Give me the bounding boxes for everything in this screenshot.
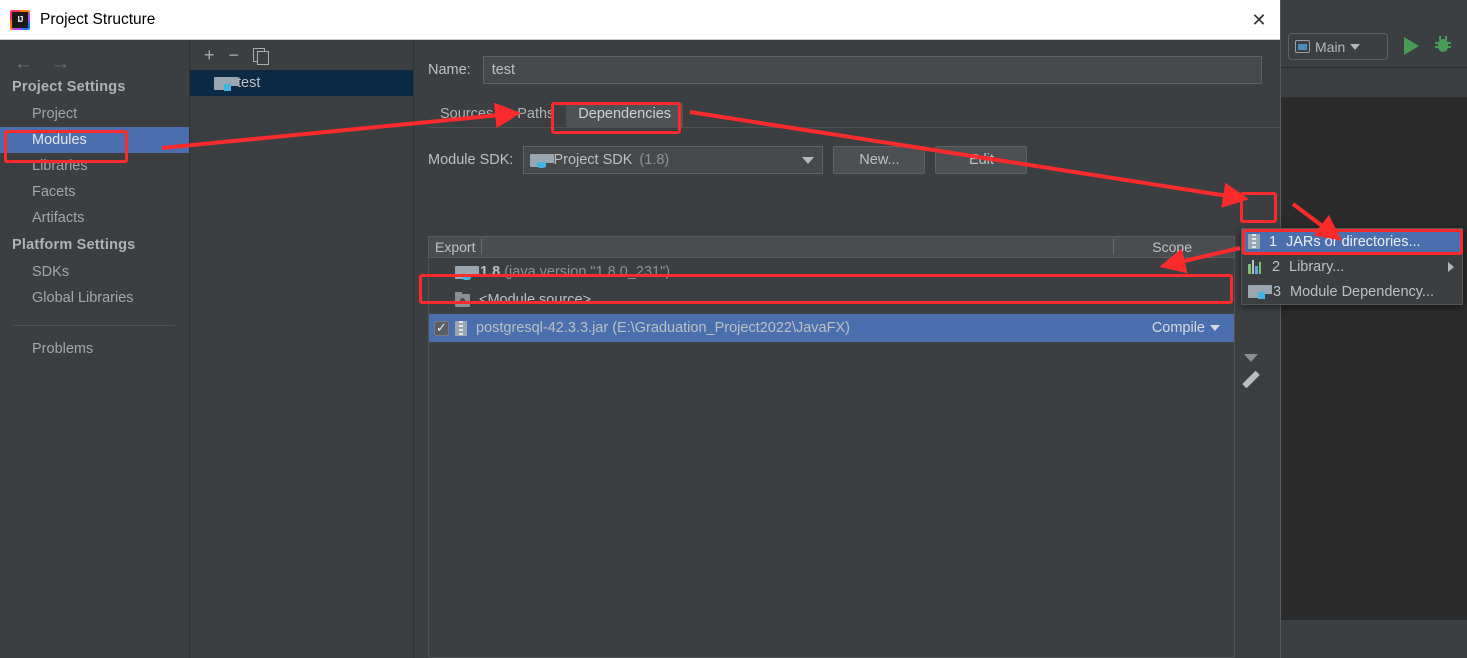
sidebar-divider bbox=[14, 325, 175, 326]
tab-dependencies[interactable]: Dependencies bbox=[566, 102, 684, 127]
dialog-title: Project Structure bbox=[40, 10, 156, 28]
scope-value: Compile bbox=[1151, 320, 1205, 336]
module-sdk-row: Module SDK: Project SDK (1.8) New... Edi… bbox=[414, 128, 1280, 174]
run-configuration-icon bbox=[1295, 40, 1310, 53]
column-header-export: Export bbox=[435, 239, 476, 255]
scope-dropdown[interactable]: Compile bbox=[1152, 320, 1220, 336]
dependencies-table-body: 1.8 (java version "1.8.0_231") <Module s… bbox=[428, 258, 1235, 658]
sidebar-item-facets[interactable]: Facets bbox=[0, 179, 189, 205]
module-name-input[interactable] bbox=[482, 56, 1262, 84]
settings-sidebar: ← → Project Settings Project Modules Lib… bbox=[0, 40, 190, 658]
module-list-panel: + − test bbox=[190, 40, 414, 658]
add-dependency-popup-menu: 1 JARs or directories... 2 Library... 3 … bbox=[1241, 228, 1463, 305]
dependency-name: postgresql-42.3.3.jar (E:\Graduation_Pro… bbox=[476, 320, 850, 336]
menu-item-library[interactable]: 2 Library... bbox=[1242, 254, 1462, 279]
ide-editor-area bbox=[1281, 98, 1467, 620]
run-configuration-label: Main bbox=[1315, 38, 1346, 55]
module-list-item-test[interactable]: test bbox=[190, 70, 413, 96]
sidebar-item-problems[interactable]: Problems bbox=[0, 336, 189, 362]
copy-module-icon[interactable] bbox=[253, 47, 270, 65]
arrow-right-icon[interactable]: → bbox=[51, 54, 70, 73]
export-checkbox[interactable] bbox=[434, 320, 449, 336]
menu-item-label: Module Dependency... bbox=[1290, 283, 1435, 300]
module-tabs: Sources Paths Dependencies bbox=[428, 99, 1280, 128]
tab-sources[interactable]: Sources bbox=[428, 102, 505, 127]
module-folder-icon bbox=[1248, 285, 1272, 299]
arrow-left-icon[interactable]: ← bbox=[14, 54, 33, 73]
menu-item-number: 3 bbox=[1272, 283, 1282, 300]
menu-item-number: 1 bbox=[1268, 233, 1278, 250]
run-configuration-selector[interactable]: Main bbox=[1288, 33, 1388, 60]
module-name-label: Name: bbox=[428, 62, 471, 78]
sidebar-item-project[interactable]: Project bbox=[0, 101, 189, 127]
jar-icon bbox=[455, 320, 467, 336]
sidebar-navigation: ← → bbox=[0, 40, 189, 73]
sidebar-item-global-libraries[interactable]: Global Libraries bbox=[0, 285, 189, 311]
module-folder-icon bbox=[214, 76, 238, 91]
sidebar-group-platform-settings: Platform Settings bbox=[12, 237, 136, 253]
sidebar-item-artifacts[interactable]: Artifacts bbox=[0, 205, 189, 231]
dependency-name: <Module source> bbox=[479, 292, 592, 308]
edit-sdk-button[interactable]: Edit bbox=[935, 146, 1028, 174]
module-sdk-label: Module SDK: bbox=[428, 152, 514, 168]
module-source-icon bbox=[455, 291, 470, 307]
chevron-down-icon bbox=[1350, 43, 1361, 50]
pencil-icon[interactable] bbox=[1242, 368, 1268, 390]
menu-item-label: JARs or directories... bbox=[1286, 233, 1421, 250]
sidebar-item-sdks[interactable]: SDKs bbox=[0, 259, 189, 285]
debug-bug-icon[interactable] bbox=[1435, 36, 1451, 54]
module-sdk-version: (1.8) bbox=[639, 152, 670, 168]
menu-item-label: Library... bbox=[1289, 258, 1345, 275]
remove-module-button[interactable]: − bbox=[229, 46, 240, 64]
module-sdk-dropdown[interactable]: Project SDK (1.8) bbox=[523, 146, 824, 174]
chevron-right-icon bbox=[1448, 261, 1454, 272]
chevron-down-icon bbox=[802, 156, 815, 164]
close-icon[interactable]: ✕ bbox=[1248, 9, 1270, 31]
sidebar-group-project-settings: Project Settings bbox=[12, 79, 126, 95]
module-name-row: Name: bbox=[414, 40, 1280, 84]
java-sdk-folder-icon bbox=[455, 265, 479, 280]
tab-paths[interactable]: Paths bbox=[505, 102, 566, 127]
dependencies-table: Export Scope 1.8 (java version "1.8.0_23… bbox=[428, 236, 1235, 658]
dependencies-table-header: Export Scope bbox=[428, 236, 1235, 258]
run-play-icon[interactable] bbox=[1404, 37, 1419, 55]
column-divider-scope[interactable] bbox=[1113, 239, 1114, 255]
column-header-scope: Scope bbox=[1152, 239, 1192, 255]
java-sdk-folder-icon bbox=[530, 153, 555, 168]
sidebar-item-modules[interactable]: Modules bbox=[0, 127, 189, 153]
new-sdk-button[interactable]: New... bbox=[833, 146, 926, 174]
module-sdk-value: Project SDK bbox=[553, 152, 633, 168]
dependency-name: 1.8 (java version "1.8.0_231") bbox=[480, 264, 671, 280]
intellij-idea-logo-icon bbox=[10, 9, 30, 30]
module-list-item-label: test bbox=[237, 75, 261, 91]
menu-item-number: 2 bbox=[1271, 258, 1281, 275]
module-detail-panel: Name: Sources Paths Dependencies Module … bbox=[414, 40, 1280, 658]
table-row[interactable]: postgresql-42.3.3.jar (E:\Graduation_Pro… bbox=[429, 314, 1234, 342]
menu-item-jars-or-directories[interactable]: 1 JARs or directories... bbox=[1242, 229, 1462, 254]
chevron-down-icon[interactable] bbox=[1244, 354, 1258, 362]
module-list-toolbar: + − bbox=[190, 40, 413, 70]
ide-navigation-bar bbox=[1281, 68, 1467, 98]
library-icon bbox=[1248, 259, 1263, 274]
sidebar-item-libraries[interactable]: Libraries bbox=[0, 153, 189, 179]
ide-status-bar bbox=[1281, 620, 1467, 658]
table-row[interactable]: <Module source> bbox=[429, 286, 1234, 314]
column-divider[interactable] bbox=[481, 239, 483, 255]
project-structure-dialog: Project Structure ✕ ← → Project Settings… bbox=[0, 0, 1281, 658]
chevron-down-icon bbox=[1210, 325, 1220, 331]
table-row[interactable]: 1.8 (java version "1.8.0_231") bbox=[429, 258, 1234, 286]
menu-item-module-dependency[interactable]: 3 Module Dependency... bbox=[1242, 279, 1462, 304]
jar-icon bbox=[1248, 234, 1260, 249]
dialog-title-bar: Project Structure ✕ bbox=[0, 0, 1280, 40]
add-module-button[interactable]: + bbox=[204, 46, 215, 64]
